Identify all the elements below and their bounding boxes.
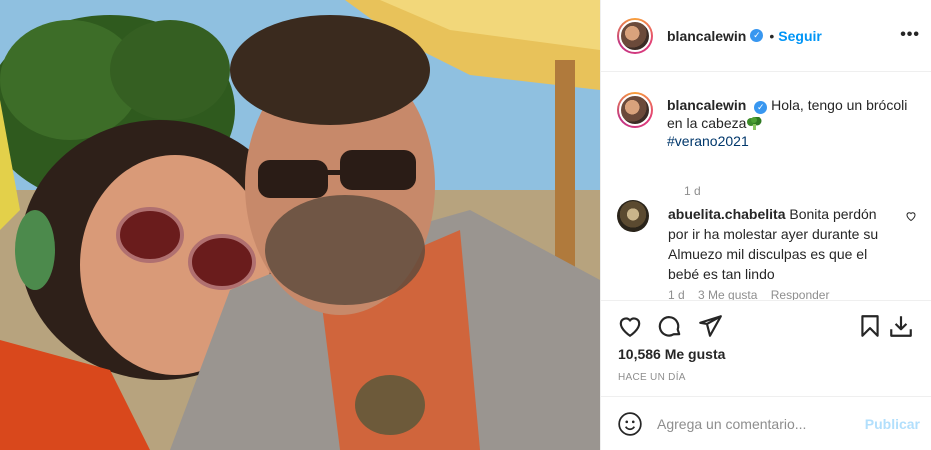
like-heart-icon[interactable] xyxy=(617,313,643,339)
photo-image xyxy=(0,0,600,450)
author-avatar[interactable] xyxy=(617,17,653,54)
caption-username[interactable]: blancalewin xyxy=(667,97,746,113)
verified-badge-icon: ✓ xyxy=(754,100,768,114)
verified-badge-icon: ✓ xyxy=(750,29,764,42)
action-bar xyxy=(601,300,931,350)
emoji-smiley-icon[interactable] xyxy=(617,411,643,437)
share-paper-plane-icon[interactable] xyxy=(697,313,723,339)
post-photo[interactable] xyxy=(0,0,600,450)
post-panel: blancalewin ✓ • Seguir ••• blancalewin ✓… xyxy=(600,0,931,450)
save-bookmark-icon[interactable] xyxy=(857,313,883,339)
broccoli-emoji-icon xyxy=(747,117,762,130)
likes-count[interactable]: 10,586 Me gusta xyxy=(618,346,725,362)
more-options-icon[interactable]: ••• xyxy=(900,26,920,44)
header-separator: • xyxy=(769,27,775,44)
caption-text-block: blancalewin ✓ Hola, tengo un brócoli en … xyxy=(667,96,917,150)
author-username[interactable]: blancalewin xyxy=(667,28,746,44)
publish-button[interactable]: Publicar xyxy=(865,416,920,432)
post-header: blancalewin ✓ • Seguir ••• xyxy=(601,0,931,72)
caption-time: 1 d xyxy=(684,184,701,198)
post-time: HACE UN DÍA xyxy=(618,372,686,383)
caption-hashtag[interactable]: #verano2021 xyxy=(667,133,749,149)
author-avatar-image xyxy=(619,19,651,52)
add-comment-bar: Publicar xyxy=(601,396,931,450)
comment-time: 1 d xyxy=(668,288,685,300)
comment-bubble-icon[interactable] xyxy=(657,313,683,339)
comment-likes[interactable]: 3 Me gusta xyxy=(698,288,757,300)
caption-avatar-image xyxy=(619,94,651,126)
comment-input[interactable] xyxy=(657,413,857,435)
comment-like-icon[interactable] xyxy=(905,210,917,222)
caption-avatar[interactable] xyxy=(617,92,653,128)
comment-meta: 1 d 3 Me gusta Responder xyxy=(668,288,839,300)
comment-username[interactable]: abuelita.chabelita xyxy=(668,206,785,222)
follow-button[interactable]: Seguir xyxy=(778,28,822,44)
reply-button[interactable]: Responder xyxy=(771,288,830,300)
comment-text-block: abuelita.chabelita Bonita perdón por ir … xyxy=(668,204,893,284)
download-icon[interactable] xyxy=(888,313,914,339)
commenter-avatar[interactable] xyxy=(617,200,649,232)
comments-list[interactable]: blancalewin ✓ Hola, tengo un brócoli en … xyxy=(601,72,931,300)
